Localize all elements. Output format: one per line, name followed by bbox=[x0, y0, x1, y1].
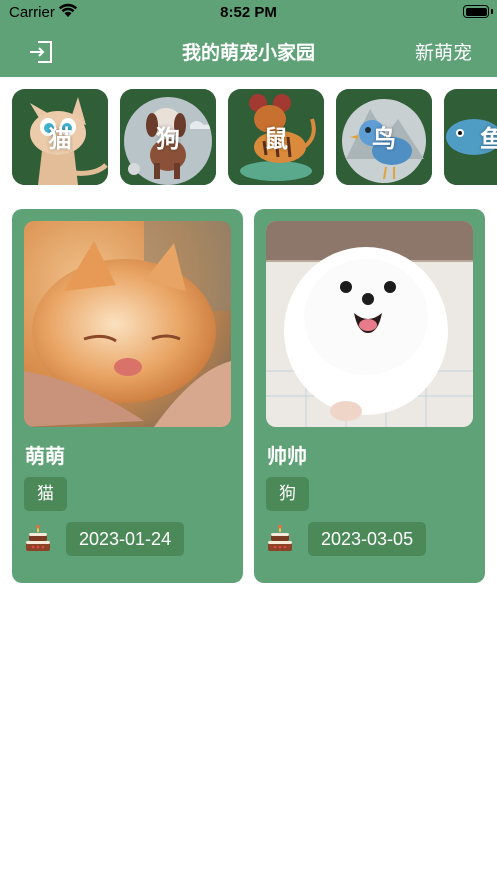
category-label: 鸟 bbox=[372, 125, 396, 153]
new-pet-button[interactable]: 新萌宠 bbox=[415, 38, 472, 65]
orange-kitten-photo bbox=[24, 221, 231, 427]
category-strip[interactable]: 猫 狗 鼠 鸟 鱼 bbox=[0, 89, 497, 185]
category-label: 狗 bbox=[156, 125, 180, 153]
birthday-cake-icon bbox=[26, 525, 50, 551]
pet-type-badge: 狗 bbox=[266, 477, 309, 511]
birthday-date: 2023-03-05 bbox=[308, 522, 427, 556]
category-fish[interactable]: 鱼 bbox=[444, 89, 497, 185]
header-bar: Carrier 8:52 PM 我的萌宠小家园 新萌宠 bbox=[0, 0, 497, 77]
pet-type-badge: 猫 bbox=[24, 477, 67, 511]
pet-card[interactable]: 帅帅 狗 2023-03-05 bbox=[254, 209, 485, 583]
category-cat[interactable]: 猫 bbox=[12, 89, 108, 185]
battery-cap bbox=[491, 9, 493, 14]
pet-name: 帅帅 bbox=[267, 444, 307, 468]
battery-icon bbox=[463, 5, 489, 18]
category-label: 鼠 bbox=[264, 125, 288, 153]
category-bird[interactable]: 鸟 bbox=[336, 89, 432, 185]
pet-name: 萌萌 bbox=[25, 444, 65, 468]
birthday-date: 2023-01-24 bbox=[66, 522, 185, 556]
birthday-cake-icon bbox=[268, 525, 292, 551]
navigation-bar: 我的萌宠小家园 新萌宠 bbox=[0, 26, 497, 77]
white-pomeranian-photo bbox=[266, 221, 473, 427]
status-time: 8:52 PM bbox=[220, 4, 277, 21]
status-bar: Carrier 8:52 PM bbox=[0, 0, 497, 26]
category-dog[interactable]: 狗 bbox=[120, 89, 216, 185]
category-label: 鱼 bbox=[480, 125, 497, 153]
category-mouse[interactable]: 鼠 bbox=[228, 89, 324, 185]
category-label: 猫 bbox=[48, 125, 72, 153]
pet-card[interactable]: 萌萌 猫 2023-01-24 bbox=[12, 209, 243, 583]
